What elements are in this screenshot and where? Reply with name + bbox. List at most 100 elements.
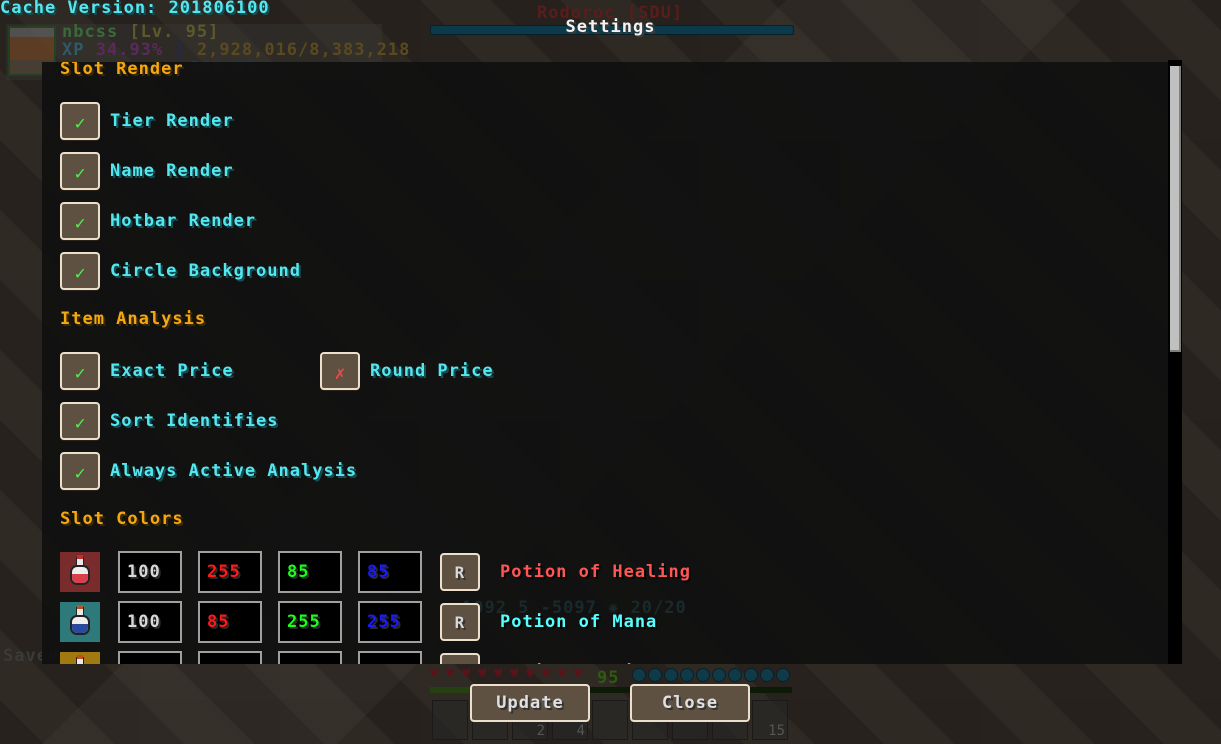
heart-icon: ♥ <box>510 666 519 682</box>
green-field[interactable]: 85 <box>278 551 342 593</box>
reset-color-button[interactable]: R <box>440 553 480 591</box>
xp-separator: | <box>174 40 186 60</box>
reset-color-button[interactable]: R <box>440 653 480 664</box>
check-icon: ✓ <box>74 462 86 484</box>
option-name-render[interactable]: ✓ Name Render <box>60 152 234 190</box>
reset-color-button[interactable]: R <box>440 603 480 641</box>
health-hearts: ♥ ♥ ♥ ♥ ♥ ♥ ♥ ♥ ♥ ♥ <box>430 666 588 682</box>
mana-orb-icon <box>696 668 710 682</box>
option-label: Tier Render <box>110 111 234 131</box>
potion-swatch <box>60 552 100 592</box>
section-title-slot-render: Slot Render <box>60 62 184 79</box>
mana-orb-icon <box>632 668 646 682</box>
check-icon: ✓ <box>74 262 86 284</box>
check-icon: ✓ <box>74 212 86 234</box>
option-label: Circle Background <box>110 261 301 281</box>
option-label: Always Active Analysis <box>110 461 358 481</box>
hotbar-slot[interactable] <box>592 700 628 740</box>
potion-icon <box>69 655 91 664</box>
heart-icon: ♥ <box>574 666 583 682</box>
close-button[interactable]: Close <box>630 684 750 722</box>
alpha-field[interactable] <box>118 651 182 664</box>
checkbox[interactable]: ✓ <box>60 252 100 290</box>
section-title-item-analysis: Item Analysis <box>60 309 207 329</box>
update-button[interactable]: Update <box>470 684 590 722</box>
blue-field[interactable]: 255 <box>358 601 422 643</box>
potion-name: Potion of Mana <box>500 612 658 632</box>
mana-orb-icon <box>648 668 662 682</box>
option-tier-render[interactable]: ✓ Tier Render <box>60 102 234 140</box>
mana-orb-icon <box>744 668 758 682</box>
item-count: 2 <box>536 723 545 739</box>
level-number: 95 <box>597 668 620 688</box>
xp-percent: 34.93% <box>95 40 164 60</box>
heart-icon: ♥ <box>430 666 439 682</box>
blue-field[interactable] <box>358 651 422 664</box>
checkbox[interactable]: ✓ <box>60 152 100 190</box>
section-title-slot-colors: Slot Colors <box>60 509 184 529</box>
option-circle-background[interactable]: ✓ Circle Background <box>60 252 301 290</box>
option-exact-price[interactable]: ✓ Exact Price <box>60 352 234 390</box>
check-icon: ✓ <box>74 112 86 134</box>
xp-values: 2,928,016/8,383,218 <box>196 40 411 60</box>
check-icon: ✓ <box>74 412 86 434</box>
heart-icon: ♥ <box>542 666 551 682</box>
mana-orb-icon <box>728 668 742 682</box>
checkbox[interactable]: ✓ <box>60 402 100 440</box>
alpha-field[interactable]: 100 <box>118 601 182 643</box>
red-field[interactable] <box>198 651 262 664</box>
mana-orbs <box>632 668 790 682</box>
cross-icon: ✗ <box>334 362 346 384</box>
blue-field[interactable]: 85 <box>358 551 422 593</box>
slot-color-row: R Potion of Wisdom <box>60 651 680 664</box>
mana-orb-icon <box>664 668 678 682</box>
mana-orb-icon <box>680 668 694 682</box>
checkbox[interactable]: ✓ <box>60 102 100 140</box>
mana-orb-icon <box>712 668 726 682</box>
alpha-field[interactable]: 100 <box>118 551 182 593</box>
slot-color-row: 100 85 255 255 R Potion of Mana <box>60 601 657 643</box>
player-xp-line: XP 34.93% | 2,928,016/8,383,218 <box>62 40 410 60</box>
cache-version-text: Cache Version: 201806100 <box>0 0 270 18</box>
option-hotbar-render[interactable]: ✓ Hotbar Render <box>60 202 256 240</box>
green-field[interactable] <box>278 651 342 664</box>
option-label: Name Render <box>110 161 234 181</box>
scrollbar-thumb[interactable] <box>1170 66 1181 352</box>
heart-icon: ♥ <box>494 666 503 682</box>
item-count: 4 <box>576 723 585 739</box>
option-round-price[interactable]: ✗ Round Price <box>320 352 494 390</box>
option-sort-identifies[interactable]: ✓ Sort Identifies <box>60 402 279 440</box>
hotbar-slot[interactable] <box>432 700 468 740</box>
red-field[interactable]: 85 <box>198 601 262 643</box>
green-field[interactable]: 255 <box>278 601 342 643</box>
mana-orb-icon <box>760 668 774 682</box>
window-title: Settings <box>565 17 656 37</box>
settings-panel: 1092 5 -5097 ✺ 20/20 Slot Render ✓ Tier … <box>42 62 1182 664</box>
checkbox[interactable]: ✗ <box>320 352 360 390</box>
option-label: Hotbar Render <box>110 211 257 231</box>
heart-icon: ♥ <box>446 666 455 682</box>
option-label: Exact Price <box>110 361 234 381</box>
check-icon: ✓ <box>74 362 86 384</box>
mana-orb-icon <box>776 668 790 682</box>
xp-label: XP <box>62 40 85 60</box>
potion-swatch <box>60 652 100 664</box>
option-label: Sort Identifies <box>110 411 279 431</box>
red-field[interactable]: 255 <box>198 551 262 593</box>
check-icon: ✓ <box>74 162 86 184</box>
checkbox[interactable]: ✓ <box>60 452 100 490</box>
option-always-active-analysis[interactable]: ✓ Always Active Analysis <box>60 452 357 490</box>
potion-name: Potion of Wisdom <box>500 662 680 664</box>
item-count: 15 <box>768 723 785 739</box>
potion-swatch <box>60 602 100 642</box>
checkbox[interactable]: ✓ <box>60 202 100 240</box>
slot-color-row: 100 255 85 85 R Potion of Healing <box>60 551 691 593</box>
checkbox[interactable]: ✓ <box>60 352 100 390</box>
heart-icon: ♥ <box>478 666 487 682</box>
heart-icon: ♥ <box>526 666 535 682</box>
potion-icon <box>69 605 91 637</box>
hotbar-slot[interactable]: 15 <box>752 700 788 740</box>
potion-icon <box>69 555 91 587</box>
potion-name: Potion of Healing <box>500 562 691 582</box>
heart-icon: ♥ <box>558 666 567 682</box>
